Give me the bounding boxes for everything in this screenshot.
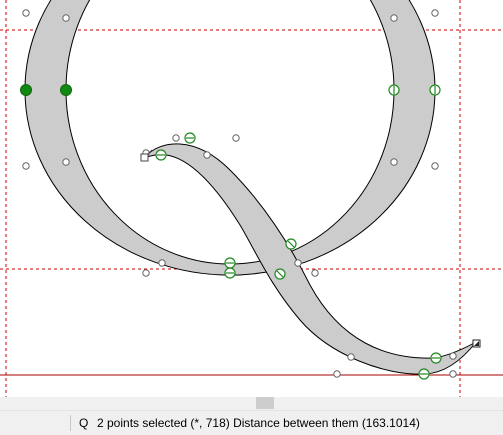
on-curve-point[interactable] xyxy=(388,84,400,96)
control-point[interactable] xyxy=(431,9,439,17)
on-curve-point[interactable] xyxy=(155,149,167,161)
glyph-outline-bowl[interactable] xyxy=(24,0,436,276)
control-point[interactable] xyxy=(347,353,355,361)
glyph-edit-canvas[interactable] xyxy=(0,0,503,397)
control-point[interactable] xyxy=(203,151,211,159)
scrollbar-thumb[interactable] xyxy=(256,397,274,409)
selected-point[interactable] xyxy=(60,84,72,96)
on-curve-point[interactable] xyxy=(224,257,236,269)
glyph-canvas-svg[interactable] xyxy=(0,0,503,397)
control-point[interactable] xyxy=(449,352,457,360)
control-point[interactable] xyxy=(311,269,319,277)
control-point[interactable] xyxy=(22,9,30,17)
control-point[interactable] xyxy=(431,162,439,170)
control-point[interactable] xyxy=(158,259,166,267)
on-curve-point[interactable] xyxy=(418,368,430,380)
selection-status-text: 2 points selected (*, 718) Distance betw… xyxy=(97,416,420,430)
control-point[interactable] xyxy=(172,134,180,142)
control-point[interactable] xyxy=(390,14,398,22)
control-point[interactable] xyxy=(142,269,150,277)
on-curve-point[interactable] xyxy=(224,267,236,279)
selected-point[interactable] xyxy=(20,84,32,96)
control-point[interactable] xyxy=(62,14,70,22)
control-point[interactable] xyxy=(449,370,457,378)
on-curve-point[interactable] xyxy=(285,238,297,250)
on-curve-point[interactable] xyxy=(274,268,286,280)
status-divider xyxy=(70,415,71,431)
status-bar: Q 2 points selected (*, 718) Distance be… xyxy=(0,410,503,435)
horizontal-scrollbar[interactable] xyxy=(0,397,503,410)
control-point[interactable] xyxy=(294,259,302,267)
glyph-name-label: Q xyxy=(79,416,89,430)
on-curve-point[interactable] xyxy=(429,84,441,96)
on-curve-point[interactable] xyxy=(430,352,442,364)
control-point[interactable] xyxy=(333,370,341,378)
control-point[interactable] xyxy=(232,134,240,142)
control-point[interactable] xyxy=(62,158,70,166)
control-point[interactable] xyxy=(390,158,398,166)
corner-point-marker[interactable] xyxy=(472,339,481,348)
on-curve-point[interactable] xyxy=(184,132,196,144)
control-point[interactable] xyxy=(22,162,30,170)
